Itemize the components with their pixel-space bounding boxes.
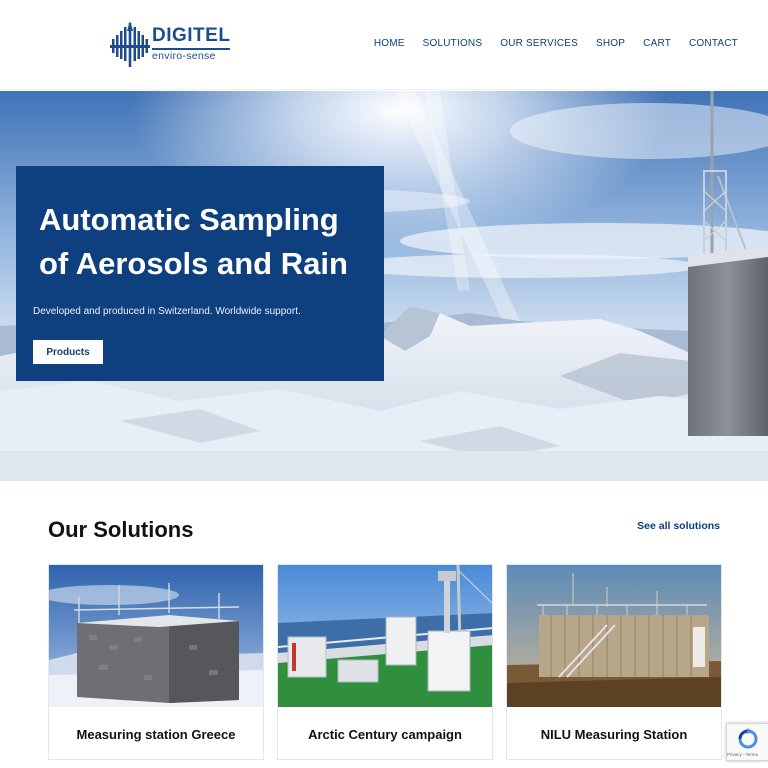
main-nav: HOME SOLUTIONS OUR SERVICES SHOP CART CO… [374,38,738,49]
solution-card-arctic[interactable]: Arctic Century campaign [277,564,493,760]
nav-contact[interactable]: CONTACT [689,38,738,49]
products-button[interactable]: Products [33,340,103,364]
brand-tagline: enviro-sense [152,48,231,62]
card-title: Measuring station Greece [76,726,236,742]
hero-section: Automatic Sampling of Aerosols and Rain … [0,91,768,481]
hero-title-line1: Automatic Sampling [39,202,339,237]
measuring-station-greece-image [49,565,263,707]
solution-card-nilu[interactable]: NILU Measuring Station [506,564,722,760]
card-title: Arctic Century campaign [308,726,462,742]
solutions-heading: Our Solutions [48,517,194,542]
arctic-century-campaign-image [278,565,492,707]
nav-shop[interactable]: SHOP [596,38,625,49]
logo-mark-icon [110,21,150,67]
nav-home[interactable]: HOME [374,38,405,49]
nilu-measuring-station-image [507,565,721,707]
hero-title-line2: of Aerosols and Rain [39,246,348,281]
hero-subtitle: Developed and produced in Switzerland. W… [33,306,301,317]
recaptcha-icon [738,728,758,749]
solutions-card-list: Measuring station Greece Arctic Century … [48,564,722,760]
card-title: NILU Measuring Station [540,726,688,742]
see-all-solutions-link[interactable]: See all solutions [637,520,720,532]
hero-banner: Automatic Sampling of Aerosols and Rain … [16,166,384,381]
nav-solutions[interactable]: SOLUTIONS [423,38,483,49]
site-header: DIGITEL enviro-sense HOME SOLUTIONS OUR … [0,0,768,90]
brand-name: DIGITEL [152,25,231,47]
nav-our-services[interactable]: OUR SERVICES [500,38,578,49]
nav-cart[interactable]: CART [643,38,671,49]
solution-card-greece[interactable]: Measuring station Greece [48,564,264,760]
recaptcha-label[interactable]: Privacy - Terms [727,752,758,757]
digitel-logo[interactable]: DIGITEL enviro-sense [110,18,232,70]
hero-title: Automatic Sampling of Aerosols and Rain [39,198,362,286]
